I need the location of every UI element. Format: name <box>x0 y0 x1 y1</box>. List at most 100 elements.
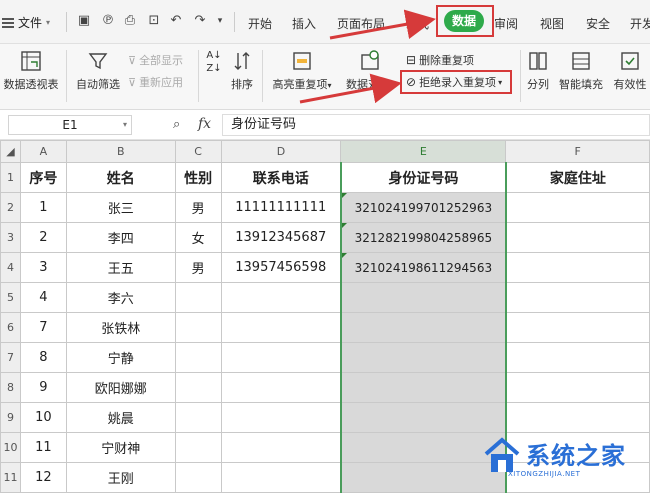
name-box[interactable]: E1 ▾ <box>8 115 132 135</box>
table-cell[interactable] <box>505 282 650 313</box>
table-cell[interactable]: 张三 <box>65 192 176 223</box>
tab-formulas[interactable]: 公式 <box>405 15 429 32</box>
table-cell[interactable] <box>174 372 222 403</box>
header-cell[interactable]: 姓名 <box>65 162 176 193</box>
table-cell[interactable]: 王刚 <box>65 462 176 493</box>
sort-asc-desc-icons[interactable]: A↓ Z↓ <box>204 50 224 74</box>
table-cell[interactable]: 321024198611294563 <box>339 252 507 283</box>
redo-icon[interactable]: ↷ <box>192 13 208 29</box>
file-menu[interactable]: 文件 ▾ <box>2 14 50 31</box>
row-header[interactable]: 2 <box>0 192 21 223</box>
table-cell[interactable]: 男 <box>174 192 222 223</box>
table-cell[interactable]: 321024199701252963 <box>339 192 507 223</box>
table-cell[interactable] <box>174 342 222 373</box>
table-cell[interactable] <box>174 432 222 463</box>
table-cell[interactable]: 8 <box>19 342 67 373</box>
table-cell[interactable] <box>220 432 342 463</box>
table-cell[interactable] <box>220 282 342 313</box>
function-icon[interactable]: fx <box>198 116 211 132</box>
table-cell[interactable] <box>220 342 342 373</box>
header-cell[interactable]: 性别 <box>174 162 222 193</box>
data-compare-button[interactable]: 数据对比▾ <box>342 50 398 92</box>
quick-access-dropdown-icon[interactable]: ▾ <box>212 13 228 29</box>
table-cell[interactable]: 10 <box>19 402 67 433</box>
column-header-e[interactable]: E <box>340 140 507 163</box>
table-cell[interactable] <box>220 402 342 433</box>
table-cell[interactable] <box>505 312 650 343</box>
table-cell[interactable]: 宁财神 <box>65 432 176 463</box>
row-header[interactable]: 1 <box>0 162 21 193</box>
table-cell[interactable]: 11 <box>19 432 67 463</box>
column-header-a[interactable]: A <box>19 140 67 163</box>
header-cell[interactable]: 联系电话 <box>220 162 342 193</box>
table-cell[interactable]: 1 <box>19 192 67 223</box>
table-cell[interactable] <box>505 222 650 253</box>
row-header[interactable]: 11 <box>0 462 21 493</box>
table-cell[interactable] <box>505 372 650 403</box>
table-cell[interactable]: 9 <box>19 372 67 403</box>
table-cell[interactable] <box>339 342 507 373</box>
delete-duplicates-button[interactable]: ⊟ 删除重复项 <box>406 52 474 68</box>
header-cell[interactable]: 家庭住址 <box>505 162 650 193</box>
table-cell[interactable]: 王五 <box>65 252 176 283</box>
table-cell[interactable] <box>174 402 222 433</box>
row-header[interactable]: 9 <box>0 402 21 433</box>
row-header[interactable]: 3 <box>0 222 21 253</box>
column-header-d[interactable]: D <box>220 140 342 163</box>
table-cell[interactable] <box>220 462 342 493</box>
tab-developer[interactable]: 开发 <box>630 15 650 32</box>
table-cell[interactable]: 3 <box>19 252 67 283</box>
table-cell[interactable]: 4 <box>19 282 67 313</box>
table-cell[interactable] <box>505 192 650 223</box>
reapply-button[interactable]: ⊽ 重新应用 <box>128 74 183 90</box>
row-header[interactable]: 10 <box>0 432 21 463</box>
table-cell[interactable] <box>505 402 650 433</box>
table-cell[interactable]: 李四 <box>65 222 176 253</box>
smart-fill-button[interactable]: 智能填充 <box>556 50 606 92</box>
table-cell[interactable]: 13912345687 <box>220 222 342 253</box>
table-cell[interactable]: 李六 <box>65 282 176 313</box>
print-preview-icon[interactable]: ⊡ <box>146 13 162 29</box>
row-header[interactable]: 6 <box>0 312 21 343</box>
table-cell[interactable]: 姚晨 <box>65 402 176 433</box>
row-header[interactable]: 4 <box>0 252 21 283</box>
pivot-table-button[interactable]: 数据透视表 <box>2 50 60 92</box>
table-cell[interactable]: 321282199804258965 <box>339 222 507 253</box>
table-cell[interactable] <box>220 312 342 343</box>
table-cell[interactable] <box>220 372 342 403</box>
table-cell[interactable] <box>505 342 650 373</box>
table-cell[interactable] <box>339 312 507 343</box>
table-cell[interactable]: 2 <box>19 222 67 253</box>
sort-button[interactable]: 排序 <box>226 50 258 92</box>
data-validity-button[interactable]: 有效性 <box>610 50 650 92</box>
header-cell[interactable]: 身份证号码 <box>339 162 507 193</box>
save-icon[interactable]: ▣ <box>76 13 92 29</box>
table-cell[interactable]: 张铁林 <box>65 312 176 343</box>
table-cell[interactable]: 宁静 <box>65 342 176 373</box>
auto-filter-button[interactable]: 自动筛选 <box>72 50 124 92</box>
highlight-duplicates-button[interactable]: 高亮重复项▾ <box>268 50 336 92</box>
tab-review[interactable]: 审阅 <box>494 15 518 32</box>
tab-home[interactable]: 开始 <box>248 15 272 32</box>
export-pdf-icon[interactable]: ℗ <box>100 13 116 29</box>
column-header-b[interactable]: B <box>65 140 176 163</box>
tab-insert[interactable]: 插入 <box>292 15 316 32</box>
table-cell[interactable] <box>339 372 507 403</box>
table-cell[interactable] <box>339 282 507 313</box>
print-icon[interactable]: ⎙ <box>122 13 138 29</box>
table-cell[interactable]: 11111111111 <box>220 192 342 223</box>
table-cell[interactable]: 13957456598 <box>220 252 342 283</box>
row-header[interactable]: 8 <box>0 372 21 403</box>
table-cell[interactable] <box>174 282 222 313</box>
split-column-button[interactable]: 分列 <box>524 50 552 92</box>
row-header[interactable]: 7 <box>0 342 21 373</box>
tab-page-layout[interactable]: 页面布局 <box>337 15 385 32</box>
row-header[interactable]: 5 <box>0 282 21 313</box>
table-cell[interactable]: 7 <box>19 312 67 343</box>
table-cell[interactable] <box>339 402 507 433</box>
tab-view[interactable]: 视图 <box>540 15 564 32</box>
tab-security[interactable]: 安全 <box>586 15 610 32</box>
formula-input[interactable]: 身份证号码 <box>222 114 650 136</box>
zoom-search-icon[interactable]: ⌕ <box>173 117 180 132</box>
column-header-f[interactable]: F <box>505 140 650 163</box>
